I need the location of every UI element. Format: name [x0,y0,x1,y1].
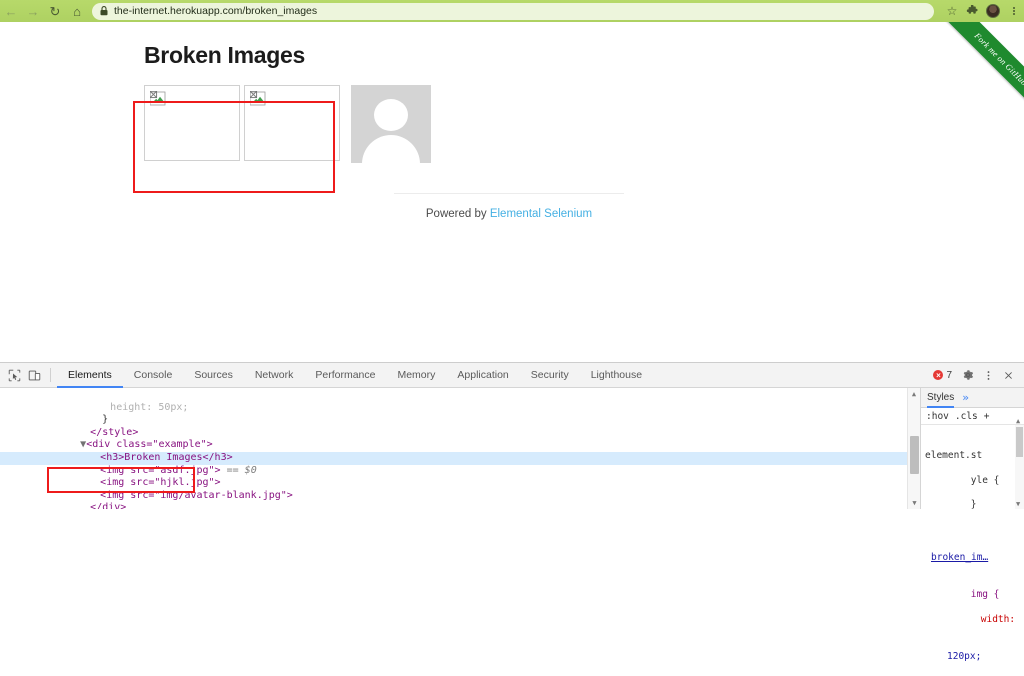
tab-styles[interactable]: Styles [927,388,954,408]
styles-scrollbar-thumb[interactable] [1016,427,1023,457]
error-count-badge[interactable]: × 7 [933,370,952,381]
devtools-panel: Elements Console Sources Network Perform… [0,362,1024,662]
close-icon[interactable] [998,365,1018,385]
star-icon[interactable]: ☆ [942,0,962,22]
tab-lighthouse[interactable]: Lighthouse [580,363,653,388]
device-toolbar-icon[interactable] [24,365,44,385]
scrollbar-thumb[interactable] [910,436,919,474]
avatar-blank-image[interactable] [351,85,431,163]
styles-more-tabs-icon[interactable]: » [962,391,969,404]
tab-elements[interactable]: Elements [57,363,123,388]
footer-powered-by: Powered by Elemental Selenium [394,208,624,220]
powered-by-text: Powered by [425,208,490,220]
dom-panel-scrollbar[interactable]: ▲ ▼ [907,388,920,509]
tab-performance[interactable]: Performance [304,363,386,388]
gear-icon[interactable] [958,365,978,385]
width-property-value[interactable]: 120px; [947,651,981,662]
styles-scroll-down-arrow-icon[interactable]: ▼ [1016,500,1020,508]
avatar-head-shape [374,99,408,131]
avatar-icon [986,4,1000,18]
broken-image-icon [249,90,266,107]
back-button[interactable]: ← [0,0,22,22]
styles-panel: Styles » :hov .cls + element.st yle { } … [920,388,1024,662]
dom-div-example-tag: <div class="example"> [86,439,213,451]
tab-security[interactable]: Security [520,363,580,388]
ribbon-label: Fork me on GitHub [972,30,1024,88]
dom-tree-panel[interactable]: height: 50px; } </style> ▼ <div class="ex… [0,388,920,509]
stylesheet-source-link[interactable]: broken_im… [931,552,988,563]
dom-line-clipped: height: 50px; [0,389,920,413]
devtools-tabs: Elements Console Sources Network Perform… [57,363,653,388]
tab-memory[interactable]: Memory [386,363,446,388]
broken-image-hjkl[interactable] [244,85,340,161]
dom-style-close-tag: </style> [90,426,139,438]
img-selector: img { [970,589,1000,601]
dom-img-avatar-tag: <img src="img/avatar-blank.jpg"> [100,489,293,501]
styles-tabbar: Styles » [921,388,1024,408]
lock-icon [100,6,108,16]
page-title: Broken Images [144,42,305,68]
avatar-body-shape [362,135,420,163]
hov-toggle[interactable]: :hov [926,411,949,422]
style-rule-img[interactable]: img { width: 120px; [921,577,1024,676]
style-rule-element-style[interactable]: element.st yle { } [921,425,1024,524]
images-row [144,85,884,163]
dom-brace: } [102,414,109,426]
devtools-body: height: 50px; } </style> ▼ <div class="ex… [0,388,1024,662]
width-property-name[interactable]: width: [981,614,1015,625]
address-bar[interactable]: the-internet.herokuapp.com/broken_images [92,2,934,20]
scroll-up-arrow-icon[interactable]: ▲ [908,388,920,400]
devtools-toolbar: Elements Console Sources Network Perform… [0,363,1024,388]
styles-filter-bar: :hov .cls + [921,408,1024,425]
toolbar-separator [50,368,51,382]
home-button[interactable]: ⌂ [66,0,88,22]
element-style-selector-1: element.st [925,449,983,461]
selected-node-marker: == $0 [220,464,257,476]
dom-line-style-close[interactable]: </style> [0,414,920,438]
fork-me-on-github-ribbon[interactable]: Fork me on GitHub [914,22,1024,132]
add-rule-button[interactable]: + [984,411,990,422]
three-dot-menu-icon[interactable] [1004,0,1024,22]
styles-panel-scrollbar[interactable]: ▲ ▼ [1015,417,1024,509]
inspect-element-icon[interactable] [4,365,24,385]
devtools-more-menu-icon[interactable] [978,365,998,385]
error-icon: × [933,370,944,380]
scroll-down-arrow-icon[interactable]: ▼ [908,497,920,509]
cls-toggle[interactable]: .cls [955,411,978,422]
elemental-selenium-link[interactable]: Elemental Selenium [490,208,592,220]
page-content: Broken Images [144,42,884,163]
profile-avatar-button[interactable] [982,0,1004,22]
tab-console[interactable]: Console [123,363,184,388]
style-source-link-row[interactable]: broken_im… [921,524,1024,577]
element-style-selector-2: yle { [970,474,1000,486]
tab-network[interactable]: Network [244,363,305,388]
tab-sources[interactable]: Sources [183,363,244,388]
dom-h3-line: <h3>Broken Images</h3> [100,451,233,463]
reload-button[interactable]: ↻ [44,0,66,22]
dom-img-hjkl-tag: <img src="hjkl.jpg"> [100,477,221,489]
dom-div-close-inner: </div> [90,502,127,509]
styles-scroll-up-arrow-icon[interactable]: ▲ [1016,417,1020,425]
dom-line-div-close-outer[interactable]: </div> [0,502,920,509]
page-viewport: Fork me on GitHub Broken Images Powered … [0,22,1024,362]
address-bar-url: the-internet.herokuapp.com/broken_images [114,5,318,17]
tab-application[interactable]: Application [446,363,519,388]
browser-toolbar: ← → ↻ ⌂ the-internet.herokuapp.com/broke… [0,0,1024,22]
devtools-toolbar-right: × 7 [933,365,1024,385]
dom-clipped-text: height: 50px; [110,401,189,413]
broken-image-asdf[interactable] [144,85,240,161]
error-count-label: 7 [946,369,952,381]
content-divider [394,193,624,194]
dom-img-asdf-tag: <img src="asdf.jpg"> [100,464,221,476]
broken-image-icon [149,90,166,107]
forward-button[interactable]: → [22,0,44,22]
puzzle-piece-icon[interactable] [962,0,982,22]
